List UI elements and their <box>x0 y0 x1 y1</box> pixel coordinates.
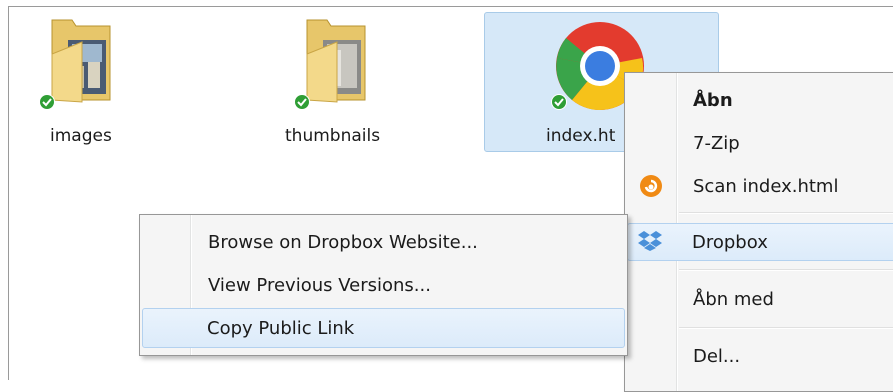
menu-item-open-with[interactable]: Åbn med <box>627 280 893 318</box>
context-menu: Åbn 7-Zip Scan index.html Dropbox Åbn me… <box>624 72 893 392</box>
menu-item-label: Del... <box>693 346 741 367</box>
menu-item-label: Scan index.html <box>693 176 839 197</box>
menu-item-browse-dropbox[interactable]: Browse on Dropbox Website... <box>142 223 625 261</box>
file-item-thumbnails[interactable]: thumbnails <box>285 14 425 154</box>
folder-icon <box>306 19 366 103</box>
menu-item-label: Copy Public Link <box>207 318 355 339</box>
folder-icon <box>51 19 111 103</box>
file-item-images[interactable]: images <box>30 14 150 154</box>
menu-separator <box>679 212 893 214</box>
dropbox-submenu: Browse on Dropbox Website... View Previo… <box>139 214 628 356</box>
menu-item-share[interactable]: Del... <box>627 337 893 375</box>
menu-item-open[interactable]: Åbn <box>627 81 893 119</box>
menu-item-scan[interactable]: Scan index.html <box>627 167 893 205</box>
menu-separator <box>679 327 893 329</box>
menu-item-label: Browse on Dropbox Website... <box>208 232 478 253</box>
file-label: thumbnails <box>285 126 381 146</box>
menu-item-copy-public-link[interactable]: Copy Public Link <box>142 308 625 348</box>
dropbox-icon <box>638 231 662 251</box>
avast-scan-icon <box>640 175 662 197</box>
menu-item-label: Åbn <box>693 90 733 111</box>
menu-item-previous-versions[interactable]: View Previous Versions... <box>142 266 625 304</box>
menu-item-label: Åbn med <box>693 289 774 310</box>
file-label: images <box>50 126 112 146</box>
sync-check-icon <box>294 94 310 110</box>
file-label: index.ht <box>546 126 616 146</box>
sync-check-icon <box>39 94 55 110</box>
menu-item-label: Dropbox <box>692 232 768 253</box>
menu-item-label: View Previous Versions... <box>208 275 431 296</box>
menu-item-label: 7-Zip <box>693 133 740 154</box>
menu-separator <box>679 269 893 271</box>
sync-check-icon <box>551 94 567 110</box>
menu-item-7zip[interactable]: 7-Zip <box>627 124 893 162</box>
menu-item-dropbox[interactable]: Dropbox <box>627 223 893 261</box>
